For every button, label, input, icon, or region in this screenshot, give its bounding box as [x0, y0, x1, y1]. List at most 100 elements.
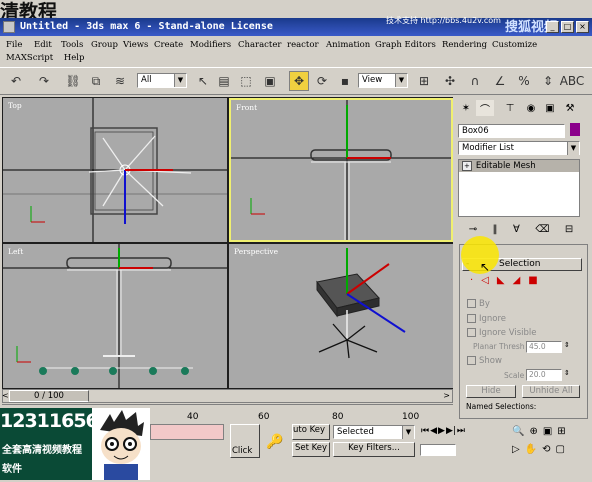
- zoom-extents-icon[interactable]: ▣: [543, 426, 552, 437]
- remove-modifier-icon[interactable]: ⌫: [535, 224, 549, 238]
- utilities-tab-icon[interactable]: ⚒: [561, 100, 579, 116]
- mascot-icon: [100, 410, 144, 480]
- key-selection-dropdown[interactable]: Selected ▼: [333, 425, 415, 439]
- menu-animation[interactable]: Animation: [326, 40, 370, 50]
- auto-key-button[interactable]: uto Key: [292, 424, 330, 440]
- edge-icon[interactable]: ◁: [481, 275, 489, 289]
- maximize-button[interactable]: □: [561, 21, 574, 33]
- modifier-stack[interactable]: + Editable Mesh: [458, 159, 580, 217]
- viewport-top[interactable]: Top: [3, 98, 227, 242]
- menu-help[interactable]: Help: [64, 53, 85, 63]
- menu-modifiers[interactable]: Modifiers: [190, 40, 231, 50]
- menu-views[interactable]: Views: [123, 40, 148, 50]
- zoom-all-icon[interactable]: ⊕: [529, 426, 537, 437]
- select-and-move-icon[interactable]: ✥: [289, 71, 309, 91]
- zoom-icon[interactable]: 🔍: [512, 426, 524, 437]
- show-normals-checkbox[interactable]: Show: [467, 356, 502, 366]
- time-slider-handle[interactable]: 0 / 100: [9, 390, 89, 402]
- rect-selection-icon[interactable]: ⬚: [236, 71, 256, 91]
- object-name-field[interactable]: Box06: [458, 124, 565, 138]
- goto-end-icon[interactable]: ⏭: [457, 426, 465, 436]
- field-of-view-icon[interactable]: ▷: [512, 444, 520, 455]
- ref-coord-dropdown[interactable]: View ▼: [358, 73, 408, 88]
- menu-group[interactable]: Group: [91, 40, 118, 50]
- create-tab-icon[interactable]: ✶: [457, 100, 475, 116]
- spinner-arrows-icon[interactable]: ⇕: [564, 341, 570, 349]
- selection-filter-dropdown[interactable]: All ▼: [137, 73, 187, 88]
- by-vertex-checkbox[interactable]: By: [467, 299, 490, 309]
- object-color-swatch[interactable]: [570, 123, 580, 136]
- unhide-all-button[interactable]: Unhide All: [522, 385, 580, 398]
- undo-icon[interactable]: ↶: [6, 71, 26, 91]
- menu-character[interactable]: Character: [238, 40, 281, 50]
- menu-maxscript[interactable]: MAXScript: [6, 53, 53, 63]
- pan-icon[interactable]: ✋: [525, 444, 537, 455]
- hide-button[interactable]: Hide: [466, 385, 516, 398]
- menu-edit[interactable]: Edit: [34, 40, 52, 50]
- viewport-front[interactable]: Front: [229, 98, 453, 242]
- zoom-extents-all-icon[interactable]: ⊞: [557, 426, 565, 437]
- menu-file[interactable]: File: [6, 40, 22, 50]
- select-and-rotate-icon[interactable]: ⟳: [312, 71, 332, 91]
- key-icon[interactable]: 🔑: [266, 434, 283, 450]
- menu-tools[interactable]: Tools: [61, 40, 83, 50]
- ignore-backfacing-checkbox[interactable]: Ignore: [467, 314, 506, 324]
- menu-reactor[interactable]: reactor: [287, 40, 319, 50]
- goto-start-icon[interactable]: ⏮: [421, 426, 429, 436]
- planar-thresh-spinner[interactable]: 45.0: [526, 341, 562, 353]
- prev-key-icon[interactable]: ◀: [430, 426, 437, 436]
- element-icon[interactable]: ■: [528, 275, 537, 289]
- face-icon[interactable]: ◣: [497, 275, 505, 289]
- modifier-list-dropdown[interactable]: Modifier List ▼: [458, 141, 580, 155]
- key-filters-button[interactable]: Key Filters...: [333, 442, 415, 457]
- select-and-scale-icon[interactable]: ▪: [335, 71, 355, 91]
- arc-rotate-icon[interactable]: ⟲: [542, 444, 550, 455]
- named-sel-icon[interactable]: ABC: [560, 71, 585, 91]
- viewport-left[interactable]: Left: [3, 244, 227, 388]
- ignore-visible-checkbox[interactable]: Ignore Visible: [467, 328, 537, 338]
- scale-spinner[interactable]: 20.0: [526, 369, 562, 381]
- redo-icon[interactable]: ↷: [34, 71, 54, 91]
- select-by-name-icon[interactable]: ▤: [214, 71, 234, 91]
- polygon-icon[interactable]: ◢: [513, 275, 521, 289]
- prev-frame-icon[interactable]: <: [2, 391, 9, 400]
- maximize-viewport-icon[interactable]: ▢: [556, 444, 565, 455]
- viewport-perspective[interactable]: Perspective: [229, 244, 453, 388]
- display-tab-icon[interactable]: ▣: [541, 100, 559, 116]
- expand-icon[interactable]: +: [462, 161, 472, 171]
- minimize-button[interactable]: _: [546, 21, 559, 33]
- angle-snap-icon[interactable]: ∠: [490, 71, 510, 91]
- menu-graph-editors[interactable]: Graph Editors: [375, 40, 436, 50]
- modify-tab-icon[interactable]: ⌒: [476, 100, 494, 116]
- snap-toggle-icon[interactable]: ∩: [465, 71, 485, 91]
- set-key-button[interactable]: Set Key: [292, 442, 330, 457]
- menu-create[interactable]: Create: [154, 40, 183, 50]
- select-link-icon[interactable]: ⛓: [63, 71, 83, 91]
- menu-rendering[interactable]: Rendering: [442, 40, 487, 50]
- make-unique-icon[interactable]: ∀: [513, 224, 520, 238]
- time-slider[interactable]: 0 / 100 < >: [2, 389, 453, 403]
- play-icon[interactable]: ▶: [438, 426, 445, 436]
- window-crossing-icon[interactable]: ▣: [260, 71, 280, 91]
- unlink-icon[interactable]: ⧉: [86, 71, 106, 91]
- menu-customize[interactable]: Customize: [492, 40, 537, 50]
- percent-snap-icon[interactable]: %: [514, 71, 534, 91]
- close-button[interactable]: ×: [576, 21, 589, 33]
- select-manipulate-icon[interactable]: ✣: [440, 71, 460, 91]
- spinner-snap-icon[interactable]: ⇕: [538, 71, 558, 91]
- pivot-center-icon[interactable]: ⊞: [414, 71, 434, 91]
- bind-space-warp-icon[interactable]: ≋: [110, 71, 130, 91]
- motion-tab-icon[interactable]: ◉: [522, 100, 540, 116]
- spinner-arrows-icon[interactable]: ⇕: [564, 369, 570, 377]
- vertex-icon[interactable]: ·: [470, 275, 473, 289]
- stack-item[interactable]: + Editable Mesh: [459, 160, 579, 172]
- next-key-icon[interactable]: ▶|: [446, 426, 456, 436]
- show-end-result-icon[interactable]: ‖: [493, 224, 498, 238]
- maxscript-listener[interactable]: [150, 424, 224, 440]
- current-frame-field[interactable]: [420, 444, 456, 456]
- configure-sets-icon[interactable]: ⊟: [565, 224, 573, 238]
- hierarchy-tab-icon[interactable]: ⊤: [501, 100, 519, 116]
- select-object-icon[interactable]: ↖: [193, 71, 213, 91]
- window-title: Untitled - 3ds max 6 - Stand-alone Licen…: [20, 21, 273, 32]
- next-frame-icon[interactable]: >: [443, 391, 450, 400]
